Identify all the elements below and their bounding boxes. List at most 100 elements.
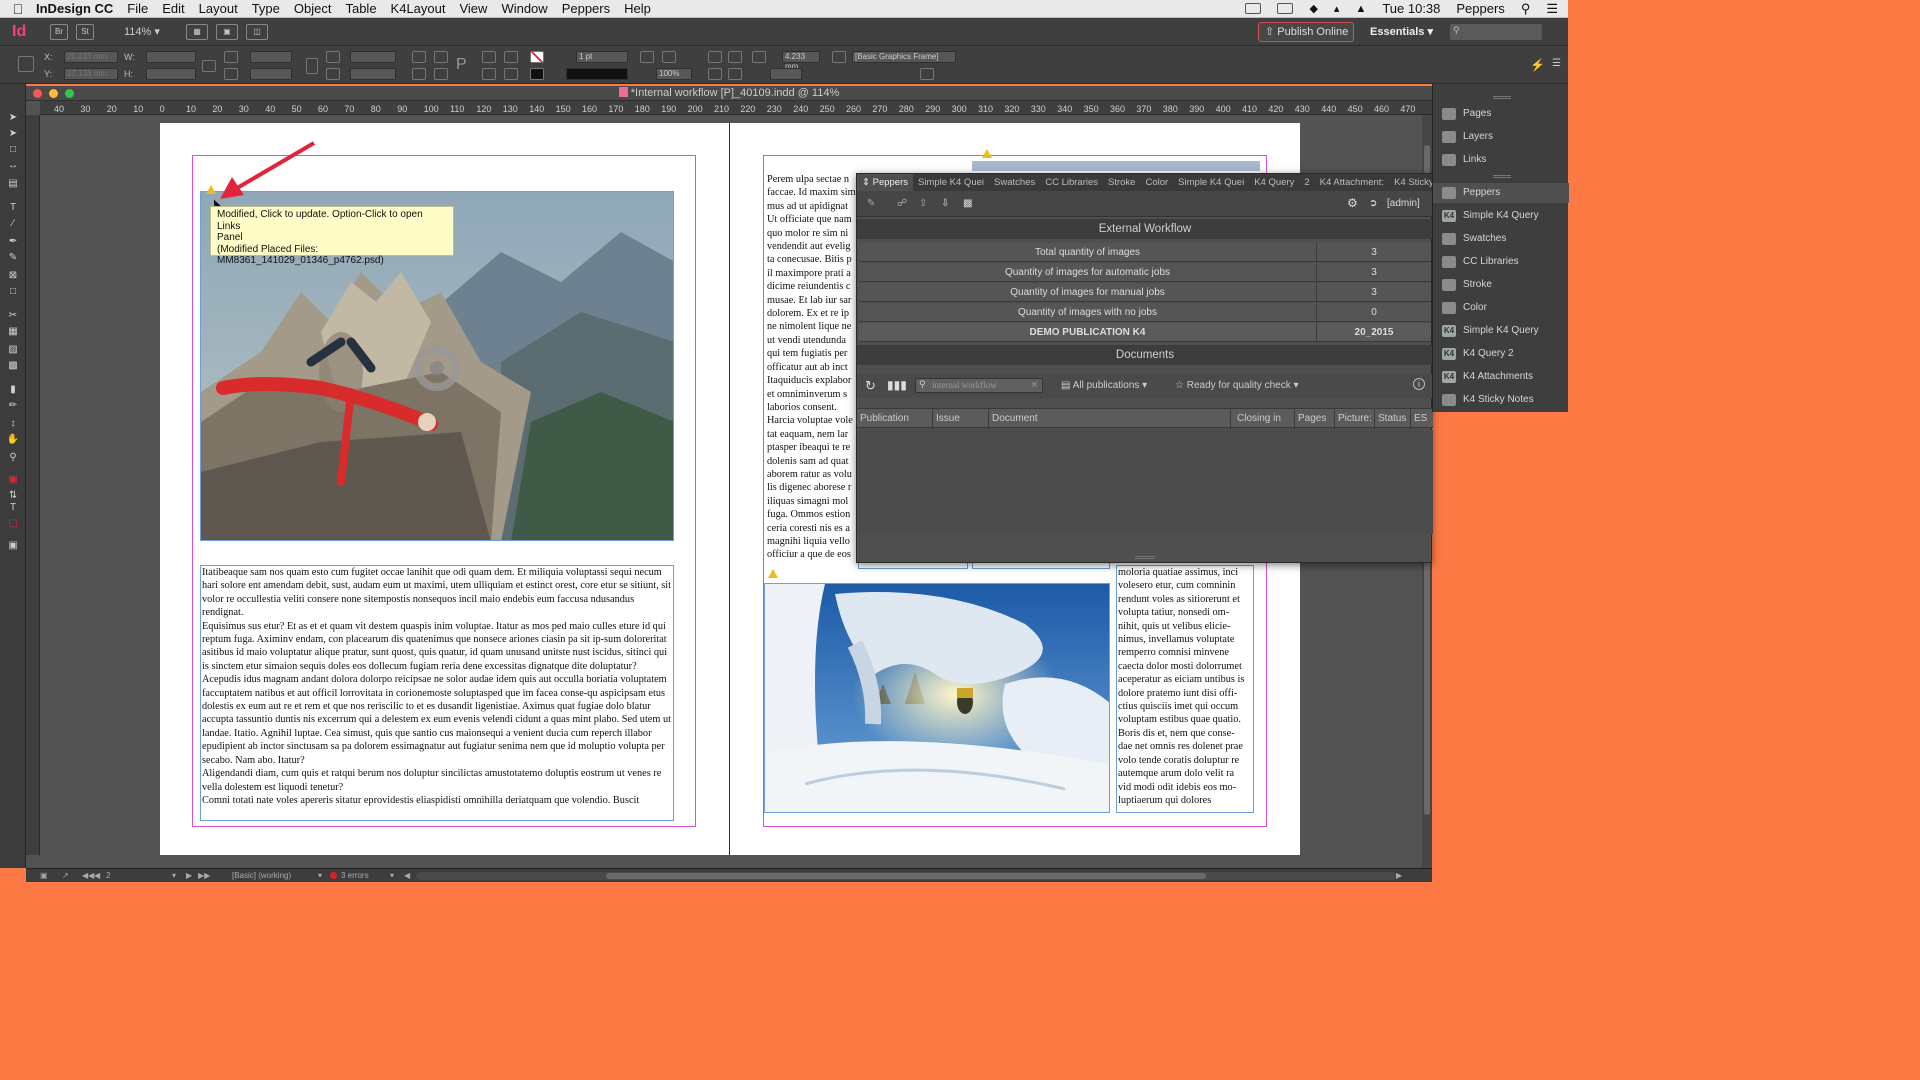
formatting-affects-text-icon[interactable]: T	[6, 502, 20, 513]
flip-horizontal-icon[interactable]	[412, 68, 426, 80]
dock-k4-query-2[interactable]: K4 K4 Query 2	[1433, 344, 1569, 364]
shear-field[interactable]	[350, 68, 396, 80]
pencil-tool-icon[interactable]: ✎	[6, 252, 20, 263]
link-scale-icon[interactable]	[306, 58, 318, 74]
spotlight-icon[interactable]: ⚲	[1521, 1, 1531, 17]
publish-online-button[interactable]: ⇧ Publish Online	[1258, 22, 1354, 42]
tab-cc-libraries[interactable]: CC Libraries	[1040, 174, 1103, 191]
preflight-dropdown-icon[interactable]: ▾	[390, 871, 394, 880]
select-content-icon[interactable]	[482, 68, 496, 80]
clear-search-icon[interactable]: ×	[1030, 379, 1038, 392]
menu-file[interactable]: File	[127, 1, 148, 16]
top-image-frame[interactable]	[972, 161, 1260, 171]
object-style-icon[interactable]	[832, 51, 846, 63]
gradient-feather-tool-icon[interactable]: ▩	[6, 360, 20, 371]
pen-tool-icon[interactable]: ✒	[6, 236, 20, 247]
next-page-icon[interactable]: ▶	[186, 871, 192, 880]
scroll-right-icon[interactable]: ▶	[1396, 871, 1402, 880]
eject-icon[interactable]: ▲	[1355, 3, 1366, 15]
user-menu[interactable]: Peppers	[1456, 1, 1504, 16]
tab-simple-k4-query[interactable]: Simple K4 Quei	[913, 174, 989, 191]
page-number-field[interactable]: 2	[106, 871, 110, 880]
apple-icon[interactable]: 	[0, 1, 36, 17]
scale-x-icon[interactable]	[224, 51, 238, 63]
menu-window[interactable]: Window	[501, 1, 547, 16]
direct-selection-tool-icon[interactable]: ➤	[6, 128, 20, 139]
clear-overrides-icon[interactable]	[920, 68, 934, 80]
screen-mode-icon[interactable]: ▣	[216, 23, 238, 40]
dock-layers[interactable]: Layers	[1433, 127, 1569, 147]
column-pictures[interactable]: Picture:	[1334, 409, 1374, 429]
display-icon[interactable]	[1277, 3, 1294, 14]
dock-simple-k4-query-2[interactable]: K4 Simple K4 Query	[1433, 321, 1569, 341]
y-position-field[interactable]: 27.133 mm	[64, 68, 118, 80]
page-dropdown-icon[interactable]: ▾	[172, 871, 176, 880]
menu-k4layout[interactable]: K4Layout	[391, 1, 446, 16]
height-field[interactable]	[146, 68, 196, 80]
tab-k4-attachments[interactable]: K4 Attachment:	[1315, 174, 1389, 191]
scroll-left-icon[interactable]: ◀	[404, 871, 410, 880]
settings-gear-icon[interactable]: ⚙	[1347, 197, 1359, 209]
screen-mode-tool-icon[interactable]: ▣	[6, 540, 20, 551]
last-page-icon[interactable]: ▶▶	[198, 871, 210, 880]
path-type-icon[interactable]: P	[456, 56, 467, 74]
panel-resize-grip[interactable]	[1135, 556, 1155, 559]
vertical-ruler[interactable]	[26, 115, 40, 855]
swap-fill-stroke-icon[interactable]: ⇅	[6, 490, 20, 501]
app-name-menu[interactable]: InDesign CC	[36, 1, 113, 16]
quick-apply-icon[interactable]: ⚡	[1530, 58, 1545, 72]
rotate-90-ccw-icon[interactable]	[434, 51, 448, 63]
select-container-icon[interactable]	[482, 51, 496, 63]
stock-search-input[interactable]: ⚲	[1450, 24, 1542, 40]
dock-k4-sticky-notes[interactable]: K4 Sticky Notes	[1433, 390, 1569, 410]
note-tool-icon[interactable]: ▮	[6, 384, 20, 395]
style-dropdown-icon[interactable]: ▾	[318, 871, 322, 880]
corner-options-icon[interactable]	[752, 51, 766, 63]
notification-center-icon[interactable]: ☰	[1546, 1, 1558, 17]
content-collector-icon[interactable]: ▤	[6, 178, 20, 189]
dock-swatches[interactable]: Swatches	[1433, 229, 1569, 249]
gap-tool-icon[interactable]: ↔	[6, 160, 20, 171]
apply-none-icon[interactable]: ▢	[6, 518, 20, 529]
flip-vertical-icon[interactable]	[434, 68, 448, 80]
status-filter-dropdown[interactable]: ☆ Ready for quality check ▾	[1175, 380, 1299, 391]
scale-y-icon[interactable]	[224, 68, 238, 80]
zoom-tool-icon[interactable]: ⚲	[6, 452, 20, 463]
tab-color[interactable]: Color	[1140, 174, 1173, 191]
columns-icon[interactable]: ▮▮▮	[887, 378, 907, 392]
publications-filter-dropdown[interactable]: ▤ All publications ▾	[1061, 380, 1147, 391]
stroke-weight-field[interactable]: 1 pt	[576, 51, 628, 63]
document-search-input[interactable]: ⚲ internal workflow ×	[915, 378, 1043, 393]
download-icon[interactable]: ⇩	[941, 199, 953, 209]
tab-stroke[interactable]: Stroke	[1103, 174, 1140, 191]
horizontal-ruler[interactable]: 40 30 20 10 0 10 20 30 40 50 60 70 80 90 100 110 120 130 1…	[40, 101, 1432, 115]
column-issue[interactable]: Issue	[932, 409, 988, 429]
x-position-field[interactable]: 20.233 mm	[64, 51, 118, 63]
tab-k4-query-2[interactable]: 2	[1299, 174, 1314, 191]
open-in-finder-icon[interactable]: ↗	[62, 871, 69, 880]
info-icon[interactable]: i	[1413, 378, 1425, 390]
minimize-window-button[interactable]	[49, 89, 58, 98]
right-column-2-text[interactable]: moloria quatiae assimus, inci volesero et…	[1116, 565, 1254, 813]
column-closing-in[interactable]: Closing in	[1230, 409, 1294, 429]
dock-simple-k4-query[interactable]: K4 Simple K4 Query	[1433, 206, 1569, 226]
corner-shape-select[interactable]	[770, 68, 802, 80]
left-body-text-frame[interactable]: Itatibeaque sam nos quam esto cum fugite…	[200, 565, 674, 821]
rectangle-frame-tool-icon[interactable]: ⊠	[6, 270, 20, 281]
panel-menu-icon[interactable]: ☰	[1552, 58, 1566, 70]
previous-page-icon[interactable]: ◀	[94, 871, 100, 880]
scissors-tool-icon[interactable]: ✂	[6, 310, 20, 321]
distribute-icon[interactable]	[728, 68, 742, 80]
gradient-swatch-tool-icon[interactable]: ▨	[6, 344, 20, 355]
column-document[interactable]: Document	[988, 409, 1230, 429]
dock-peppers[interactable]: Peppers	[1433, 183, 1569, 203]
hand-tool-icon[interactable]: ✋	[6, 434, 20, 445]
volume-icon[interactable]: ▴	[1334, 2, 1340, 15]
column-es[interactable]: ES	[1410, 409, 1433, 429]
column-pages[interactable]: Pages	[1294, 409, 1334, 429]
scroll-thumb[interactable]	[606, 873, 1206, 879]
clock[interactable]: Tue 10:38	[1382, 1, 1440, 16]
dock-stroke[interactable]: Stroke	[1433, 275, 1569, 295]
modified-link-warning-icon[interactable]	[982, 149, 992, 158]
tab-k4-query[interactable]: K4 Query	[1249, 174, 1299, 191]
